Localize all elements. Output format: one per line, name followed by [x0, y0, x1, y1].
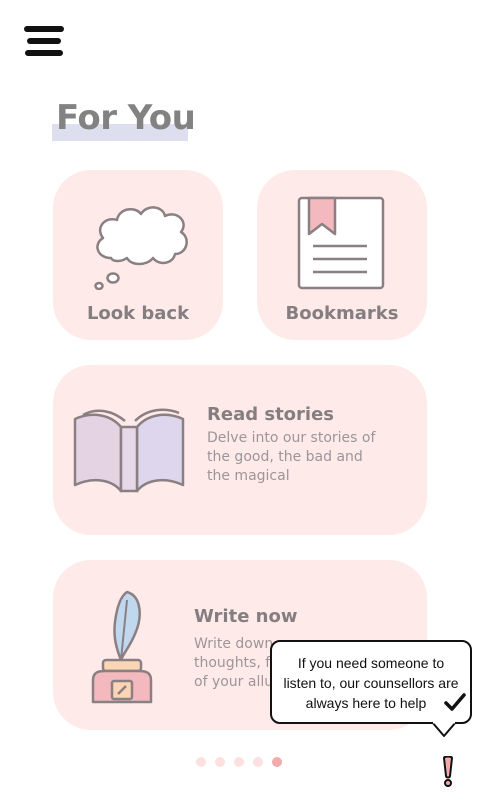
pagination-dot[interactable]	[215, 757, 225, 767]
read-stories-desc-line: the magical	[207, 468, 290, 484]
help-bubble[interactable]: If you need someone to listen to, our co…	[270, 640, 472, 737]
pagination-dot[interactable]	[196, 757, 206, 767]
read-stories-card[interactable]: Read stories Delve into our stories of t…	[53, 365, 427, 535]
checkmark-icon	[444, 693, 466, 711]
pagination-dot[interactable]	[234, 757, 244, 767]
bubble-tail	[432, 722, 456, 737]
read-stories-desc-line: Delve into our stories of	[207, 430, 376, 446]
help-bubble-line: always here to help	[305, 695, 427, 711]
bookmarks-label: Bookmarks	[285, 303, 399, 324]
read-stories-title: Read stories	[207, 404, 335, 425]
look-back-card[interactable]: Look back	[53, 170, 223, 340]
hamburger-menu-icon	[24, 26, 64, 32]
page-title-container: For You	[52, 98, 196, 141]
menu-button[interactable]	[24, 26, 66, 60]
write-now-title: Write now	[194, 606, 298, 627]
help-bubble-text: If you need someone to listen to, our co…	[278, 653, 464, 713]
exclamation-icon[interactable]	[440, 756, 456, 788]
help-bubble-line: If you need someone to	[297, 655, 445, 671]
pagination-dot[interactable]	[253, 757, 263, 767]
menu-icon-line	[25, 50, 63, 56]
look-back-label: Look back	[86, 303, 190, 324]
pagination-dots	[196, 757, 282, 767]
quill-inkpot-icon	[91, 590, 153, 704]
pagination-dot-active[interactable]	[272, 757, 282, 767]
menu-icon-line	[27, 38, 61, 44]
page-title: For You	[56, 98, 196, 138]
thought-cloud-icon	[94, 206, 188, 290]
read-stories-description: Delve into our stories of the good, the …	[207, 429, 375, 486]
bookmarks-card[interactable]: Bookmarks	[257, 170, 427, 340]
open-book-icon	[73, 408, 185, 493]
read-stories-desc-line: the good, the bad and	[207, 449, 363, 465]
bookmark-document-icon	[297, 196, 385, 290]
help-bubble-line: listen to, our counsellors are	[283, 675, 459, 691]
